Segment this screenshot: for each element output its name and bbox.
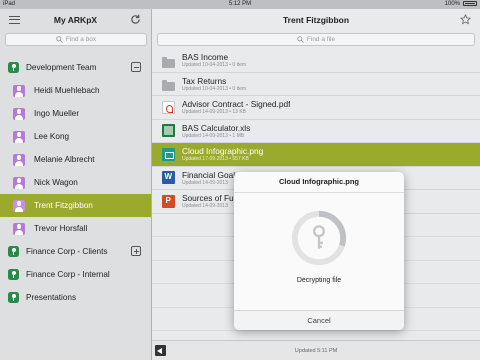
cancel-button[interactable]: Cancel — [234, 310, 404, 330]
decrypt-dialog: Cloud Infographic.png Decrypting file Ca… — [234, 172, 404, 330]
folder-icon — [162, 56, 175, 68]
pdf-file-icon — [162, 100, 175, 114]
file-search-placeholder: Find a file — [306, 36, 336, 43]
member-trent-fitzgibbon[interactable]: Trent Fitzgibbon — [0, 194, 151, 217]
file-meta: Updated 14-09-2013 • 13 KB — [182, 109, 247, 116]
user-icon — [13, 176, 25, 189]
member-name: Ingo Mueller — [34, 109, 80, 118]
member-name: Lee Kong — [34, 132, 70, 141]
member-melanie-albrecht[interactable]: Melanie Albrecht — [0, 148, 151, 171]
status-bar: iPad 5:12 PM 100% — [0, 0, 480, 9]
battery-percent: 100% — [444, 1, 460, 7]
search-icon — [56, 36, 63, 43]
battery-icon — [463, 1, 477, 6]
box-finance-corp-internal[interactable]: Finance Corp - Internal — [0, 263, 151, 286]
user-icon — [13, 153, 25, 166]
box-icon — [8, 62, 19, 73]
file-row-advisor-contract[interactable]: Advisor Contract - Signed.pdf Updated 14-… — [152, 96, 480, 120]
member-heidi-muehlebach[interactable]: Heidi Muehlebach — [0, 79, 151, 102]
file-name: BAS Income — [182, 52, 229, 63]
word-file-icon — [162, 171, 175, 185]
member-name: Heidi Muehlebach — [34, 86, 100, 95]
progress-ring — [291, 210, 347, 266]
sidebar: My ARKpX Find a box Development Team Hei… — [0, 9, 152, 360]
box-presentations[interactable]: Presentations — [0, 286, 151, 309]
back-arrow-icon[interactable] — [155, 345, 166, 356]
file-meta: Updated 17-09-2013 • 557 KB — [182, 156, 249, 163]
box-icon — [8, 292, 19, 303]
user-icon — [13, 222, 25, 235]
member-name: Trent Fitzgibbon — [34, 201, 93, 210]
dialog-message: Decrypting file — [296, 277, 342, 284]
user-icon — [13, 130, 25, 143]
key-icon — [313, 225, 325, 249]
file-row-cloud-infographic[interactable]: Cloud Infographic.png Updated 17-09-2013 … — [152, 143, 480, 167]
last-updated-text: Updated 5:11 PM — [294, 347, 338, 354]
box-label: Finance Corp - Clients — [26, 247, 108, 256]
file-name: Cloud Infographic.png — [182, 146, 264, 157]
spreadsheet-file-icon — [162, 124, 175, 138]
star-icon[interactable] — [460, 14, 471, 25]
member-ingo-mueller[interactable]: Ingo Mueller — [0, 102, 151, 125]
search-icon — [297, 36, 304, 43]
folder-icon — [162, 80, 175, 92]
box-label: Presentations — [26, 293, 77, 302]
status-time: 5:12 PM — [228, 1, 252, 7]
box-tree: Development Team Heidi Muehlebach Ingo M… — [0, 56, 151, 309]
dialog-divider — [234, 192, 404, 193]
file-search-input[interactable]: Find a file — [157, 33, 475, 46]
file-name: BAS Calculator.xls — [182, 122, 251, 133]
refresh-icon[interactable] — [130, 14, 141, 25]
user-icon — [13, 84, 25, 97]
user-icon — [13, 107, 25, 120]
image-file-icon — [162, 147, 175, 161]
file-pane-header: Trent Fitzgibbon — [152, 9, 480, 31]
box-finance-corp-clients[interactable]: Finance Corp - Clients — [0, 240, 151, 263]
box-search-input[interactable]: Find a box — [5, 33, 147, 46]
box-label: Finance Corp - Internal — [26, 270, 110, 279]
dialog-title: Cloud Infographic.png — [279, 177, 359, 186]
box-icon — [8, 246, 19, 257]
file-name: Advisor Contract - Signed.pdf — [182, 99, 291, 110]
file-name: Tax Returns — [182, 75, 227, 86]
member-name: Melanie Albrecht — [34, 155, 95, 164]
expand-icon[interactable] — [131, 246, 141, 256]
file-meta: Updated 10-04-2013 • 0 item — [182, 62, 247, 69]
member-name: Trevor Horsfall — [34, 224, 88, 233]
box-icon — [8, 269, 19, 280]
member-trevor-horsfall[interactable]: Trevor Horsfall — [0, 217, 151, 240]
box-search-placeholder: Find a box — [65, 36, 97, 43]
file-row-tax-returns[interactable]: Tax Returns Updated 10-04-2013 • 0 item — [152, 73, 480, 96]
member-lee-kong[interactable]: Lee Kong — [0, 125, 151, 148]
member-nick-wagon[interactable]: Nick Wagon — [0, 171, 151, 194]
user-icon — [13, 199, 25, 212]
file-row-bas-income[interactable]: BAS Income Updated 10-04-2013 • 0 item — [152, 49, 480, 73]
member-name: Nick Wagon — [34, 178, 78, 187]
presentation-file-icon — [162, 194, 175, 208]
collapse-icon[interactable] — [131, 62, 141, 72]
file-row-bas-calculator[interactable]: BAS Calculator.xls Updated 14-09-2013 • 1… — [152, 120, 480, 143]
sidebar-title: My ARKpX — [53, 15, 98, 25]
file-pane-footer: Updated 5:11 PM — [152, 340, 480, 360]
menu-icon[interactable] — [9, 16, 20, 24]
box-label: Development Team — [26, 63, 97, 72]
file-meta: Updated 14-09-2013 • 1 MB — [182, 132, 245, 139]
file-pane-title: Trent Fitzgibbon — [282, 15, 350, 25]
file-meta: Updated 10-04-2013 • 0 item — [182, 85, 247, 92]
box-development-team[interactable]: Development Team — [0, 56, 151, 79]
sidebar-header: My ARKpX — [0, 9, 151, 31]
